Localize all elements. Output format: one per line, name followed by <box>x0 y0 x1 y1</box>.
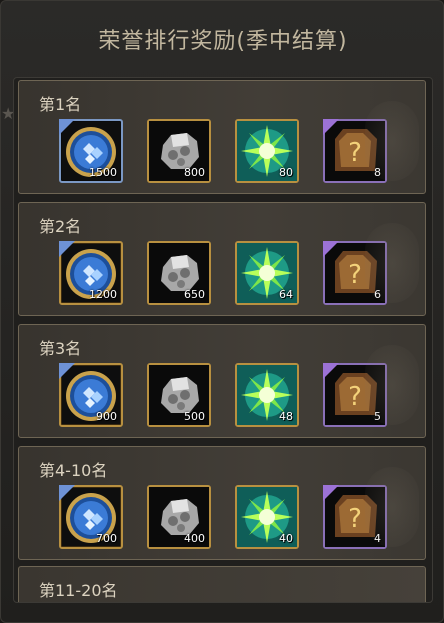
svg-text:?: ? <box>348 138 362 168</box>
reward-item-ore[interactable]: 500 <box>147 363 211 427</box>
reward-item-spark[interactable]: 48 <box>235 363 299 427</box>
reward-row: 第2名 1200 650 64 ? 6 <box>18 202 426 316</box>
reward-item-chest[interactable]: ? 6 <box>323 241 387 305</box>
reward-item-chest[interactable]: ? 5 <box>323 363 387 427</box>
reward-item-spark[interactable]: 80 <box>235 119 299 183</box>
rank-label: 第11-20名 <box>39 581 118 600</box>
item-quantity: 800 <box>184 166 205 179</box>
rank-label: 第2名 <box>39 217 82 236</box>
item-quantity: 4 <box>374 532 381 545</box>
item-quantity: 500 <box>184 410 205 423</box>
panel-title: 荣誉排行奖励(季中结算) <box>98 29 348 54</box>
rank-label: 第1名 <box>39 95 82 114</box>
svg-text:?: ? <box>348 504 362 534</box>
purple-rarity-corner <box>323 363 339 379</box>
purple-rarity-corner <box>323 119 339 135</box>
item-quantity: 700 <box>96 532 117 545</box>
blue-rarity-corner <box>59 241 75 257</box>
svg-text:?: ? <box>348 260 362 290</box>
reward-item-ore[interactable]: 650 <box>147 241 211 305</box>
purple-rarity-corner <box>323 241 339 257</box>
reward-item-spark[interactable]: 40 <box>235 485 299 549</box>
reward-item-chest[interactable]: ? 4 <box>323 485 387 549</box>
reward-row: 第3名 900 500 48 ? 5 <box>18 324 426 438</box>
item-quantity: 80 <box>279 166 293 179</box>
blue-rarity-corner <box>59 363 75 379</box>
item-quantity: 6 <box>374 288 381 301</box>
item-quantity: 1500 <box>89 166 117 179</box>
rank-label: 第4-10名 <box>39 461 108 480</box>
reward-panel: 荣誉排行奖励(季中结算) ★ 125 第1名 1500 <box>0 0 444 623</box>
reward-item-ore[interactable]: 800 <box>147 119 211 183</box>
item-quantity: 40 <box>279 532 293 545</box>
reward-item-medal[interactable]: 1500 <box>59 119 123 183</box>
blue-rarity-corner <box>59 119 75 135</box>
item-quantity: 650 <box>184 288 205 301</box>
reward-list[interactable]: 第1名 1500 800 80 ? 8 第2名 1200 650 64 ? 6 … <box>13 77 433 603</box>
item-quantity: 900 <box>96 410 117 423</box>
reward-item-medal[interactable]: 700 <box>59 485 123 549</box>
blue-rarity-corner <box>59 485 75 501</box>
rank-label: 第3名 <box>39 339 82 358</box>
item-quantity: 5 <box>374 410 381 423</box>
reward-item-spark[interactable]: 64 <box>235 241 299 305</box>
reward-item-medal[interactable]: 900 <box>59 363 123 427</box>
item-quantity: 48 <box>279 410 293 423</box>
svg-text:?: ? <box>348 382 362 412</box>
purple-rarity-corner <box>323 485 339 501</box>
reward-item-ore[interactable]: 400 <box>147 485 211 549</box>
item-quantity: 400 <box>184 532 205 545</box>
reward-row: 第4-10名 700 400 40 ? 4 <box>18 446 426 560</box>
reward-row: 第1名 1500 800 80 ? 8 <box>18 80 426 194</box>
item-quantity: 1200 <box>89 288 117 301</box>
item-quantity: 8 <box>374 166 381 179</box>
reward-item-medal[interactable]: 1200 <box>59 241 123 305</box>
item-quantity: 64 <box>279 288 293 301</box>
reward-item-chest[interactable]: ? 8 <box>323 119 387 183</box>
reward-row-partial: 第11-20名 <box>18 566 426 602</box>
